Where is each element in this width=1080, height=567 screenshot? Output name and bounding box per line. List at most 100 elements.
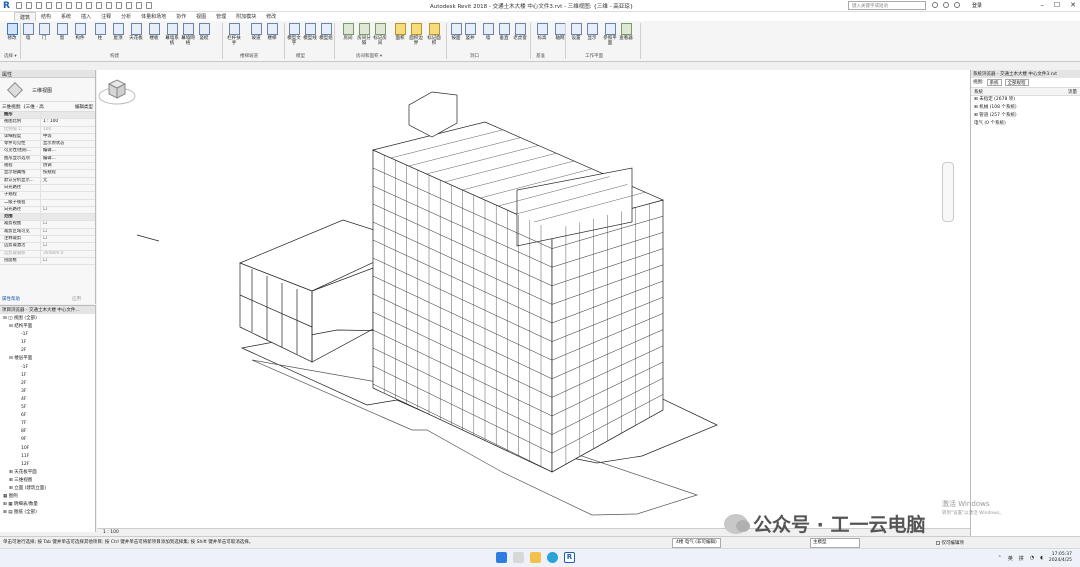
measure-icon[interactable]	[76, 2, 82, 9]
maximize-icon[interactable]: ☐	[1054, 1, 1060, 9]
open-icon[interactable]	[16, 2, 22, 9]
property-row[interactable]: 默认分析显示... 无	[0, 177, 95, 185]
property-value[interactable]	[40, 112, 95, 119]
file-explorer-icon[interactable]	[530, 552, 541, 563]
property-row[interactable]: 日光路径	[0, 184, 95, 193]
ribbon-button-34[interactable]: 查看器	[618, 23, 634, 41]
redo-icon[interactable]	[56, 2, 62, 9]
minimize-icon[interactable]: –	[1040, 1, 1044, 9]
ribbon-button-8[interactable]: 楼板	[146, 23, 162, 41]
property-value[interactable]: 304800.0	[40, 250, 95, 257]
tab-6[interactable]: 体量和场地	[136, 12, 171, 21]
ribbon-button-29[interactable]: 标高	[534, 23, 550, 41]
ribbon-button-27[interactable]: 垂直	[496, 23, 512, 41]
system-tree-row[interactable]: 电气 (0 个系统)	[971, 120, 1080, 128]
apply-button[interactable]: 应用	[72, 296, 81, 302]
browser-icon[interactable]	[547, 552, 558, 563]
ribbon-button-26[interactable]: 墙	[480, 23, 496, 41]
ribbon-button-5[interactable]: 柱	[92, 23, 108, 41]
tree-node[interactable]: 1F	[0, 339, 95, 347]
property-value[interactable]: 协调	[40, 163, 95, 170]
navigation-bar[interactable]	[942, 162, 954, 222]
property-row[interactable]: 比例值 1: 100	[0, 126, 95, 134]
tree-node[interactable]: 9F	[0, 436, 95, 444]
property-value[interactable]: 无	[40, 177, 95, 184]
volume-icon[interactable]: ◖	[1040, 555, 1043, 561]
property-row[interactable]: 远剪裁偏移 304800.0	[0, 250, 95, 258]
tree-node[interactable]: -1F	[0, 364, 95, 372]
drawing-canvas[interactable]	[97, 70, 970, 528]
tree-node[interactable]: -1F	[0, 331, 95, 339]
property-value[interactable]: 中等	[40, 133, 95, 141]
thin-lines-icon[interactable]	[116, 2, 122, 9]
property-value[interactable]: 显示原状态	[40, 141, 95, 148]
property-value[interactable]: 编辑...	[40, 155, 95, 163]
customize-qat-icon[interactable]	[146, 2, 152, 9]
ime-mode[interactable]: 拼	[1019, 555, 1024, 562]
tree-node[interactable]: ⊟ 楼层平面	[0, 355, 95, 363]
ribbon-button-2[interactable]: 门	[36, 23, 52, 41]
ribbon-button-19[interactable]: 房间分隔	[356, 23, 372, 46]
design-option-field[interactable]: 主模型	[810, 538, 860, 548]
property-value[interactable]: 100	[40, 126, 95, 133]
view-selector[interactable]: 三维视图: {三维 - 高	[2, 104, 44, 110]
ribbon-button-4[interactable]: 构件	[72, 23, 88, 41]
property-value[interactable]: 编辑...	[40, 148, 95, 155]
switch-windows-icon[interactable]	[136, 2, 142, 9]
tree-node[interactable]: 4F	[0, 396, 95, 404]
tree-node[interactable]: 10F	[0, 445, 95, 453]
property-row[interactable]: 视图比例 1 : 100	[0, 119, 95, 127]
property-value[interactable]: 1 : 100	[40, 119, 95, 126]
property-value[interactable]: ☐	[40, 206, 95, 214]
ribbon-button-10[interactable]: 幕墙网格	[180, 23, 196, 46]
tab-0[interactable]: 建筑	[14, 12, 37, 21]
property-row[interactable]: 剖面框 ☐	[0, 257, 95, 266]
ribbon-button-9[interactable]: 幕墙系统	[164, 23, 180, 46]
property-row[interactable]: 规程 协调	[0, 163, 95, 171]
property-value[interactable]	[40, 184, 95, 192]
system-tree-row[interactable]: ⊞ 机械 (108 个系统)	[971, 104, 1080, 112]
start-icon[interactable]	[496, 552, 507, 563]
type-selector[interactable]: 三维视图	[0, 78, 95, 102]
ribbon-button-16[interactable]: 模型线	[302, 23, 318, 41]
property-row[interactable]: 显示隐藏线 按规程	[0, 170, 95, 178]
network-icon[interactable]: ◔	[1030, 555, 1034, 561]
view-dropdown[interactable]: 系统	[986, 79, 1002, 86]
property-row[interactable]: 注释裁剪 ☐	[0, 236, 95, 244]
tree-node[interactable]: ⊞ 立面 (建筑立面)	[0, 485, 95, 493]
property-value[interactable]: ☐	[40, 243, 95, 250]
property-row[interactable]: 范围	[0, 214, 95, 222]
close-hidden-icon[interactable]	[126, 2, 132, 9]
tree-node[interactable]: ⊟ ◫ 视图 (全部)	[0, 315, 95, 323]
input-language[interactable]: 英	[1008, 555, 1013, 562]
tab-8[interactable]: 视图	[191, 12, 211, 21]
ribbon-button-7[interactable]: 天花板	[128, 23, 144, 41]
property-row[interactable]: 二级子规程	[0, 199, 95, 207]
tab-7[interactable]: 协作	[171, 12, 191, 21]
property-row[interactable]: 可见性/图形... 编辑...	[0, 148, 95, 156]
tree-node[interactable]: ⊟ 结构平面	[0, 323, 95, 331]
tab-3[interactable]: 插入	[76, 12, 96, 21]
tree-node[interactable]: 8F	[0, 428, 95, 436]
tree-node[interactable]: 7F	[0, 420, 95, 428]
print-icon[interactable]	[66, 2, 72, 9]
revit-logo-icon[interactable]: R	[3, 1, 13, 11]
property-row[interactable]: 图形显示选项 编辑...	[0, 155, 95, 164]
property-row[interactable]: 图形	[0, 112, 95, 120]
viewcube[interactable]	[97, 70, 137, 110]
text-icon[interactable]	[86, 2, 92, 9]
tree-node[interactable]: 6F	[0, 412, 95, 420]
property-row[interactable]: 零件可见性 显示原状态	[0, 141, 95, 149]
tab-1[interactable]: 结构	[36, 12, 56, 21]
ribbon-button-17[interactable]: 模型组	[318, 23, 334, 41]
ribbon-button-0[interactable]: 修改	[4, 23, 20, 41]
tree-node[interactable]: 5F	[0, 404, 95, 412]
property-row[interactable]: 日光路径 ☐	[0, 206, 95, 215]
search-icon[interactable]	[513, 552, 524, 563]
property-row[interactable]: 详细程度 中等	[0, 133, 95, 142]
property-value[interactable]: 按规程	[40, 170, 95, 177]
property-row[interactable]: 裁剪区域可见 ☐	[0, 228, 95, 237]
active-workset[interactable]: 4楼 电气 (非可编辑)	[672, 538, 721, 548]
tree-node[interactable]: 1F	[0, 372, 95, 380]
property-row[interactable]: 裁剪视图 ☐	[0, 221, 95, 229]
